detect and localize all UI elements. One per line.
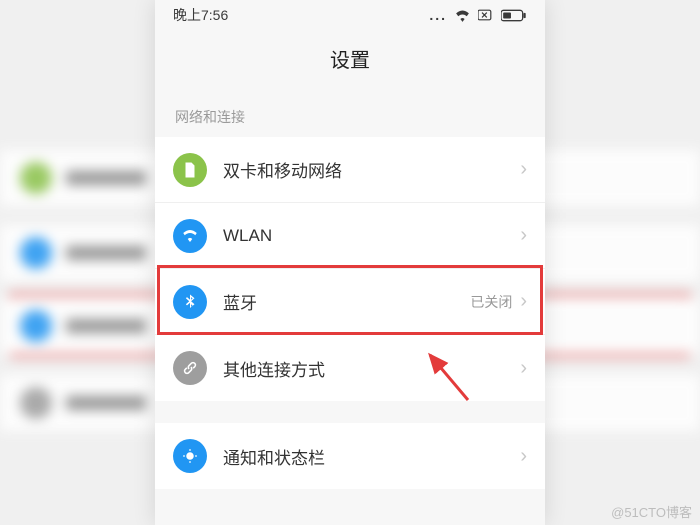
row-label: 蓝牙 (223, 289, 470, 314)
settings-list-network: 双卡和移动网络 › WLAN › 蓝牙 已关闭 › 其他连接方式 › (155, 137, 545, 401)
chevron-right-icon: › (520, 290, 527, 313)
row-label: WLAN (223, 226, 520, 246)
row-label: 其他连接方式 (223, 356, 520, 381)
chevron-right-icon: › (520, 445, 527, 468)
row-label: 双卡和移动网络 (223, 157, 520, 182)
section-network-title: 网络和连接 (155, 93, 545, 137)
row-sim-network[interactable]: 双卡和移动网络 › (155, 137, 545, 203)
page-title: 设置 (155, 30, 545, 93)
watermark: @51CTO博客 (611, 502, 692, 521)
status-time: 晚上7:56 (173, 5, 228, 25)
notification-icon (173, 439, 207, 473)
settings-list-2: 通知和状态栏 › (155, 423, 545, 489)
row-wlan[interactable]: WLAN › (155, 203, 545, 269)
wifi-icon (173, 219, 207, 253)
phone-screen: 晚上7:56 ... 设置 网络和连接 双卡和移动网络 › WLAN › (155, 0, 545, 525)
row-notifications[interactable]: 通知和状态栏 › (155, 423, 545, 489)
signal-dots-icon: ... (429, 7, 447, 23)
status-icons: ... (429, 7, 527, 23)
chevron-right-icon: › (520, 224, 527, 247)
link-icon (173, 351, 207, 385)
sim-icon (173, 153, 207, 187)
row-bluetooth[interactable]: 蓝牙 已关闭 › (155, 269, 545, 335)
row-label: 通知和状态栏 (223, 444, 520, 469)
status-bar: 晚上7:56 ... (155, 0, 545, 30)
battery-icon (501, 9, 527, 22)
wifi-status-icon (454, 9, 471, 22)
section-gap (155, 401, 545, 423)
bluetooth-icon (173, 285, 207, 319)
chevron-right-icon: › (520, 357, 527, 380)
chevron-right-icon: › (520, 158, 527, 181)
row-other-connections[interactable]: 其他连接方式 › (155, 335, 545, 401)
battery-x-icon (478, 9, 494, 21)
row-status: 已关闭 (470, 292, 512, 312)
